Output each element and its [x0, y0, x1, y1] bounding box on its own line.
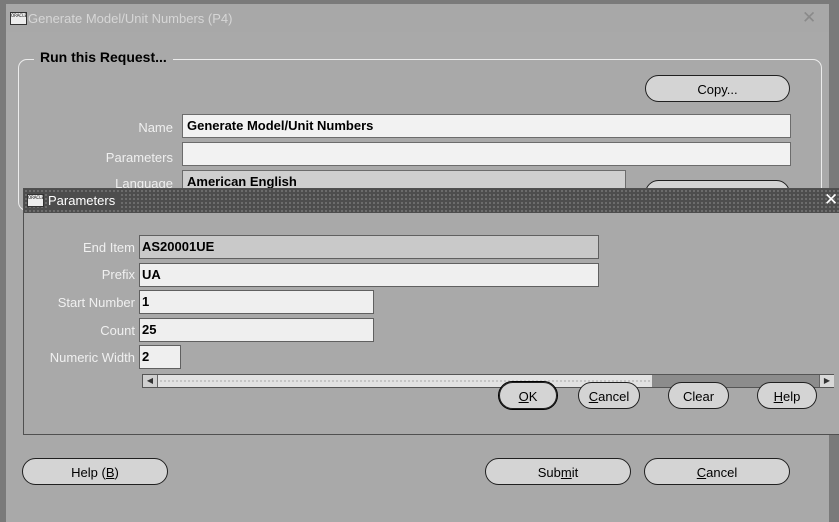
submit-button-suffix: it [571, 465, 579, 480]
dialog-close-icon[interactable]: ✕ [824, 190, 838, 210]
scrollbar-thumb[interactable] [158, 375, 652, 387]
copy-button[interactable]: Copy... [645, 75, 790, 102]
submit-button[interactable]: Submit [485, 458, 631, 485]
parameters-label: Parameters [105, 150, 173, 165]
cancel-button-key: C [696, 465, 707, 480]
prefix-field[interactable]: UA [139, 263, 599, 287]
parameters-dialog: ORACLE Parameters ✕ End Item AS20001UE P… [23, 188, 839, 435]
group-title: Run this Request... [34, 49, 173, 65]
dialog-cancel-button[interactable]: Cancel [578, 382, 640, 409]
cancel-button[interactable]: Cancel [644, 458, 790, 485]
help-button-key: B [105, 465, 115, 480]
numeric-width-field[interactable]: 2 [139, 345, 181, 369]
count-label: Count [100, 323, 135, 338]
dialog-help-text: elp [783, 389, 801, 404]
help-button-suffix: ) [114, 465, 119, 480]
clear-button[interactable]: Clear [668, 382, 729, 409]
prefix-label: Prefix [101, 267, 135, 282]
oracle-dialog-icon: ORACLE [27, 194, 44, 207]
dialog-title: Parameters [48, 193, 122, 208]
submit-button-text: Sub [537, 465, 561, 480]
cancel-button-text: ancel [706, 465, 738, 480]
window-titlebar[interactable]: ORACLE Generate Model/Unit Numbers (P4) … [6, 4, 829, 32]
start-number-label: Start Number [57, 295, 135, 310]
submit-button-key: m [560, 465, 572, 480]
name-field[interactable]: Generate Model/Unit Numbers [182, 114, 791, 138]
window-title: Generate Model/Unit Numbers (P4) [28, 11, 233, 26]
dialog-cancel-key: C [588, 389, 599, 404]
horizontal-scrollbar[interactable]: ◀ ▶ [142, 374, 834, 388]
parameters-field[interactable] [182, 142, 791, 166]
numeric-width-label: Numeric Width [49, 350, 135, 365]
end-item-field[interactable]: AS20001UE [139, 235, 599, 259]
ok-button[interactable]: OK [498, 381, 558, 410]
end-item-label: End Item [82, 240, 135, 255]
name-label: Name [138, 120, 173, 135]
dialog-titlebar[interactable]: ORACLE Parameters ✕ [24, 189, 839, 213]
help-button[interactable]: Help (B) [22, 458, 168, 485]
ok-button-key: O [518, 389, 529, 404]
oracle-app-icon: ORACLE [10, 12, 27, 25]
count-field[interactable]: 25 [139, 318, 374, 342]
dialog-help-key: H [773, 389, 784, 404]
start-number-field[interactable]: 1 [139, 290, 374, 314]
help-button-text: Help ( [71, 465, 106, 480]
dialog-cancel-text: ancel [598, 389, 630, 404]
close-icon[interactable]: ✕ [802, 8, 816, 28]
scroll-left-icon[interactable]: ◀ [143, 375, 158, 387]
dialog-help-button[interactable]: Help [757, 382, 817, 409]
ok-button-text: K [528, 389, 538, 404]
scroll-right-icon[interactable]: ▶ [819, 375, 834, 387]
